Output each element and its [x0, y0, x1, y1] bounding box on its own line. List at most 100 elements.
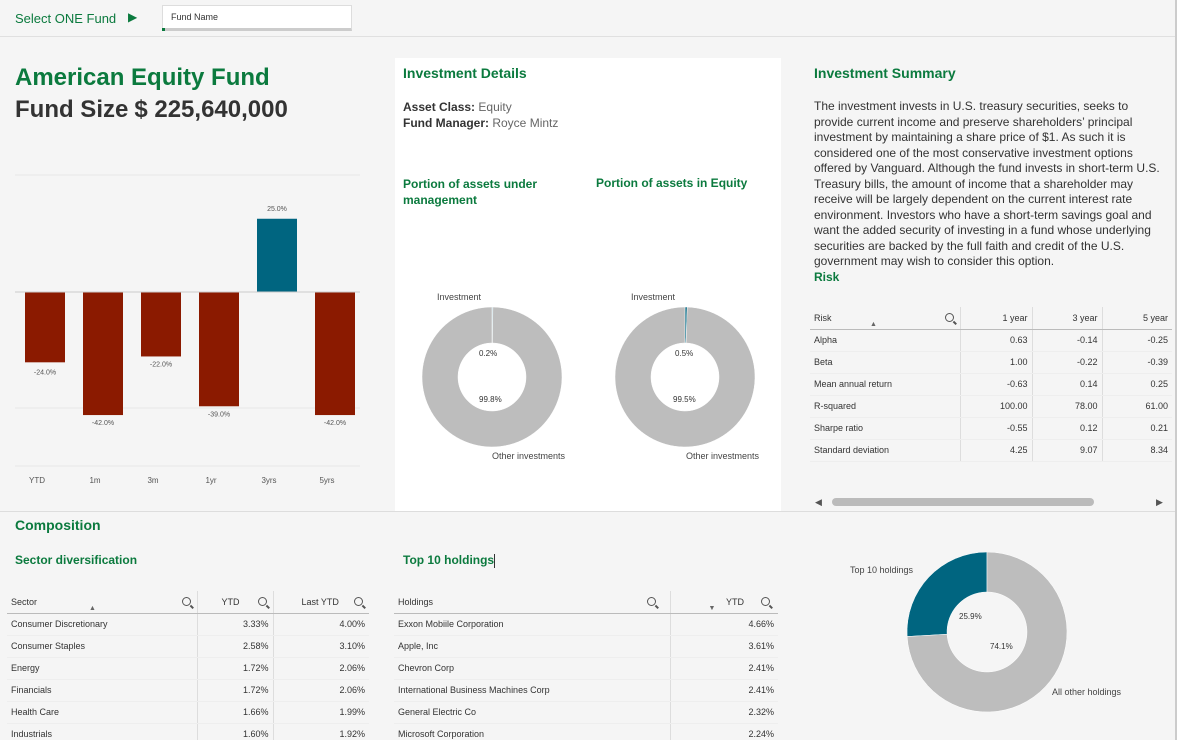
sector-table: Sector ▲ YTD Last YTD Consumer Discretio… [7, 591, 369, 740]
sector-name[interactable]: Consumer Staples [7, 635, 197, 658]
x-tick-label: 3m [147, 476, 158, 485]
risk-metric-value: -0.55 [959, 417, 1032, 440]
investment-summary-title: Investment Summary [814, 65, 956, 81]
sector-name[interactable]: Consumer Discretionary [7, 613, 197, 636]
x-tick-label: 5yrs [319, 476, 334, 485]
fund-manager-row: Fund Manager: Royce Mintz [403, 116, 558, 130]
sector-value: 3.10% [272, 635, 369, 658]
holding-name[interactable]: Microsoft Corporation [394, 723, 670, 740]
fund-size-label: Fund Size [15, 96, 129, 123]
holdings-col-header[interactable]: Holdings [394, 591, 670, 614]
header-divider [0, 36, 1177, 37]
holding-name[interactable]: General Electric Co [394, 701, 670, 724]
sort-ascending-icon[interactable]: ▲ [89, 605, 96, 612]
holding-row: International Business Machines Corp 2.41… [394, 679, 778, 702]
assets-under-management-donut[interactable] [419, 304, 565, 450]
sector-lastytd-header-label: Last YTD [301, 596, 339, 607]
bar-5yrs[interactable] [315, 292, 355, 416]
search-icon[interactable] [354, 597, 363, 606]
search-icon[interactable] [761, 597, 770, 606]
risk-metric-name[interactable]: R-squared [810, 395, 960, 418]
holding-name[interactable]: International Business Machines Corp [394, 679, 670, 702]
risk-col-5year[interactable]: 5 year [1101, 307, 1172, 330]
donut-slice[interactable] [421, 306, 563, 448]
asset-class-row: Asset Class: Equity [403, 100, 512, 114]
donut2-big-value: 99.5% [673, 395, 696, 404]
bar-YTD[interactable] [25, 292, 65, 363]
fund-name-field-label: Fund Name [171, 12, 219, 22]
investment-details-title: Investment Details [403, 65, 527, 81]
risk-row: R-squared 100.00 78.00 61.00 [810, 395, 1172, 418]
bar-value-label: -24.0% [34, 369, 56, 376]
search-icon[interactable] [944, 313, 954, 322]
asset-class-value: Equity [478, 100, 512, 114]
risk-metric-name[interactable]: Sharpe ratio [810, 417, 960, 440]
risk-row: Standard deviation 4.25 9.07 8.34 [810, 439, 1172, 462]
holdings-ytd-col-header[interactable]: YTD ▼ [669, 591, 778, 614]
holding-ytd: 2.32% [669, 701, 778, 724]
search-icon[interactable] [646, 597, 656, 606]
sector-name[interactable]: Health Care [7, 701, 197, 724]
performance-bar-chart[interactable]: -24.0% YTD -42.0% 1m -22.0% 3m -39.0% 1yr 25.0% 3… [15, 160, 360, 500]
bar-1m[interactable] [83, 292, 123, 416]
sector-lastytd-col-header[interactable]: Last YTD [272, 591, 369, 614]
sector-value: 1.99% [272, 701, 369, 724]
risk-metric-name[interactable]: Standard deviation [810, 439, 960, 462]
search-icon[interactable] [257, 597, 267, 606]
scroll-left-icon[interactable]: ◀ [815, 497, 822, 508]
holdings-donut-bottom-label: All other holdings [1052, 687, 1122, 697]
sector-value: 1.60% [196, 723, 273, 740]
bar-value-label: -42.0% [92, 420, 114, 427]
risk-metric-value: -0.63 [959, 373, 1032, 396]
risk-table: Risk ▲ 1 year 3 year 5 year Alpha 0.63 -0.… [810, 307, 1172, 467]
fund-title: American Equity Fund [15, 64, 270, 91]
sector-name[interactable]: Energy [7, 657, 197, 680]
sector-ytd-col-header[interactable]: YTD [196, 591, 273, 614]
risk-metric-value: 100.00 [959, 395, 1032, 418]
holding-ytd: 2.24% [669, 723, 778, 740]
bar-1yr[interactable] [199, 292, 239, 407]
holding-name[interactable]: Exxon Mobiile Corporation [394, 613, 670, 636]
holding-name[interactable]: Chevron Corp [394, 657, 670, 680]
sector-name[interactable]: Financials [7, 679, 197, 702]
risk-col-1year[interactable]: 1 year [959, 307, 1032, 330]
risk-metric-value: 0.14 [1031, 373, 1102, 396]
risk-col-3year[interactable]: 3 year [1031, 307, 1102, 330]
composition-divider [0, 511, 1177, 512]
holding-row: Chevron Corp 2.41% [394, 657, 778, 680]
sector-value: 1.92% [272, 723, 369, 740]
assets-in-equity-donut[interactable] [612, 304, 758, 450]
holding-name[interactable]: Apple, Inc [394, 635, 670, 658]
scroll-right-icon[interactable]: ▶ [1156, 497, 1163, 508]
donut2-bottom-label: Other investments [686, 451, 760, 461]
sector-col-header[interactable]: Sector ▲ [7, 591, 197, 614]
donut1-big-value: 99.8% [479, 395, 502, 404]
fund-name-selector[interactable]: Fund Name [162, 5, 352, 31]
sector-value: 2.58% [196, 635, 273, 658]
risk-metric-value: -0.14 [1031, 329, 1102, 352]
top10-holdings-donut[interactable] [907, 552, 1067, 712]
holding-ytd: 4.66% [669, 613, 778, 636]
risk-metric-name[interactable]: Mean annual return [810, 373, 960, 396]
bar-3yrs[interactable] [257, 218, 297, 292]
risk-metric-name[interactable]: Beta [810, 351, 960, 374]
risk-col-header[interactable]: Risk ▲ [810, 307, 960, 330]
risk-row: Mean annual return -0.63 0.14 0.25 [810, 373, 1172, 396]
text-cursor [494, 553, 496, 568]
bar-value-label: -42.0% [324, 420, 346, 427]
holdings-donut-top-label: Top 10 holdings [850, 565, 914, 575]
risk-metric-value: 78.00 [1031, 395, 1102, 418]
bar-3m[interactable] [141, 292, 181, 357]
risk-metric-name[interactable]: Alpha [810, 329, 960, 352]
sort-descending-icon[interactable]: ▼ [709, 605, 716, 612]
play-arrow-icon: ▶ [128, 10, 138, 24]
donut-slice[interactable] [614, 306, 756, 448]
holdings-header-label: Holdings [398, 596, 434, 607]
sector-name[interactable]: Industrials [7, 723, 197, 740]
search-icon[interactable] [181, 597, 191, 606]
sort-ascending-icon[interactable]: ▲ [870, 321, 877, 328]
horizontal-scrollbar-thumb[interactable] [832, 498, 1094, 506]
x-tick-label: 1yr [205, 476, 216, 485]
donut-slice[interactable] [907, 552, 988, 637]
risk-metric-value: -0.22 [1031, 351, 1102, 374]
